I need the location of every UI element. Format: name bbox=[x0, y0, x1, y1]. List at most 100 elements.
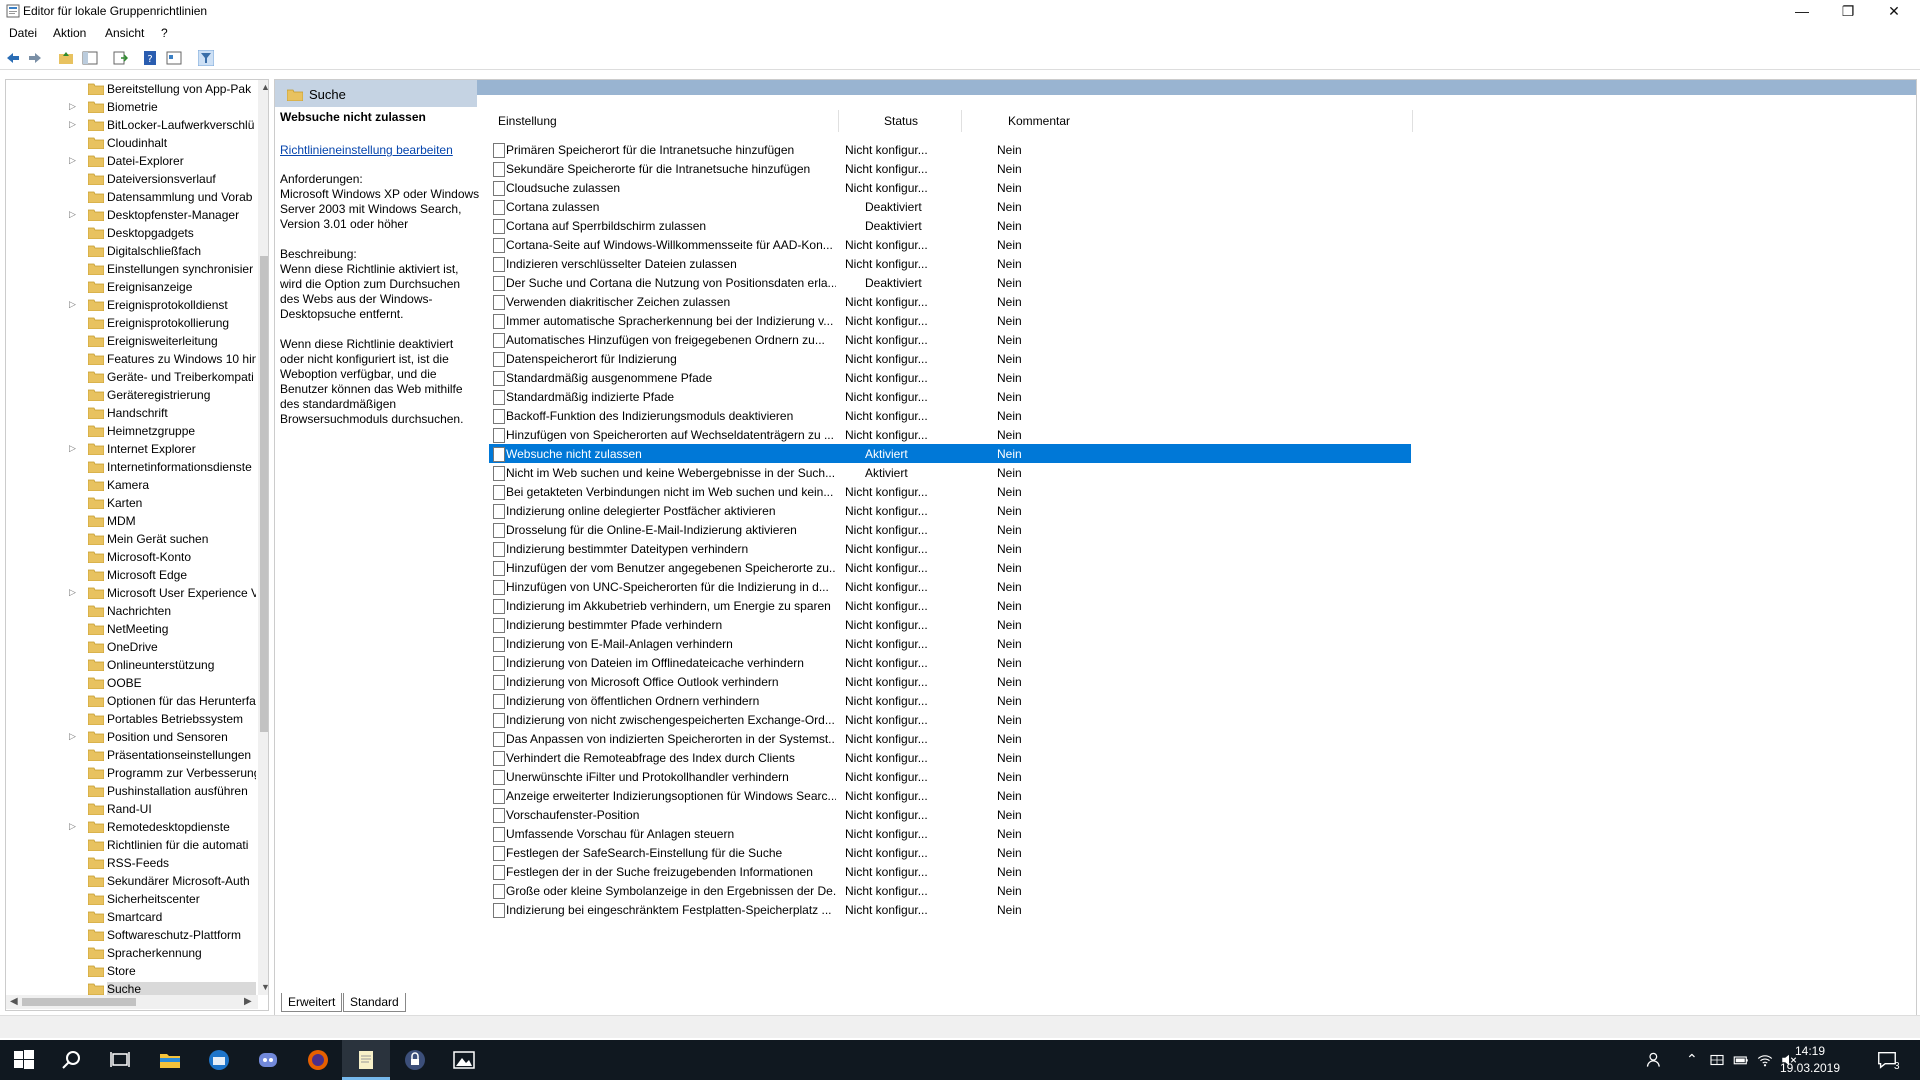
tree-item[interactable]: Präsentationseinstellungen bbox=[6, 746, 256, 764]
policy-row[interactable]: Unerwünschte iFilter und Protokollhandle… bbox=[489, 767, 1411, 786]
tree-item[interactable]: Ereignisanzeige bbox=[6, 278, 256, 296]
expand-chevron-icon[interactable]: ▷ bbox=[69, 101, 76, 112]
policy-row[interactable]: Cortana-Seite auf Windows-Willkommenssei… bbox=[489, 235, 1411, 254]
tree-item[interactable]: ▷ Microsoft User Experience V bbox=[6, 584, 256, 602]
tree-item[interactable]: Dateiversionsverlauf bbox=[6, 170, 256, 188]
task-view-icon[interactable] bbox=[108, 1048, 132, 1072]
tree-item[interactable]: Digitalschließfach bbox=[6, 242, 256, 260]
help-icon[interactable]: ? bbox=[142, 50, 158, 66]
column-header-status[interactable]: Status bbox=[884, 114, 918, 128]
tree-item[interactable]: Pushinstallation ausführen bbox=[6, 782, 256, 800]
policy-row[interactable]: Bei getakteten Verbindungen nicht im Web… bbox=[489, 482, 1411, 501]
tree-item[interactable]: Datensammlung und Vorab bbox=[6, 188, 256, 206]
tree-item[interactable]: ▷ Desktopfenster-Manager bbox=[6, 206, 256, 224]
expand-chevron-icon[interactable]: ▷ bbox=[69, 443, 76, 454]
policy-row[interactable]: Indizierung bei eingeschränktem Festplat… bbox=[489, 900, 1411, 919]
policy-row[interactable]: Immer automatische Spracherkennung bei d… bbox=[489, 311, 1411, 330]
tree-item[interactable]: Rand-UI bbox=[6, 800, 256, 818]
chevron-up-icon[interactable]: ⌃ bbox=[1686, 1051, 1698, 1068]
expand-chevron-icon[interactable]: ▷ bbox=[69, 119, 76, 130]
policy-row[interactable]: Indizierung bestimmter Dateitypen verhin… bbox=[489, 539, 1411, 558]
tab-standard[interactable]: Standard bbox=[343, 993, 406, 1012]
tree-horizontal-scroll-thumb[interactable] bbox=[22, 998, 136, 1006]
tree-item[interactable]: OOBE bbox=[6, 674, 256, 692]
column-separator[interactable] bbox=[838, 110, 839, 132]
file-explorer-icon[interactable] bbox=[158, 1048, 182, 1072]
policy-row[interactable]: Cloudsuche zulassen Nicht konfigur... Nein bbox=[489, 178, 1411, 197]
tree-item[interactable]: ▷ Remotedesktopdienste bbox=[6, 818, 256, 836]
policy-row[interactable]: Indizierung im Akkubetrieb verhindern, u… bbox=[489, 596, 1411, 615]
policy-row[interactable]: Verhindert die Remoteabfrage des Index d… bbox=[489, 748, 1411, 767]
policy-row[interactable]: Indizierung von Microsoft Office Outlook… bbox=[489, 672, 1411, 691]
photos-icon[interactable] bbox=[452, 1048, 476, 1072]
tree-item[interactable]: ▷ Biometrie bbox=[6, 98, 256, 116]
menu-aktion[interactable]: Aktion bbox=[53, 26, 86, 40]
tree-item[interactable]: Cloudinhalt bbox=[6, 134, 256, 152]
show-hide-tree-icon[interactable] bbox=[82, 50, 98, 66]
policy-row[interactable]: Nicht im Web suchen und keine Webergebni… bbox=[489, 463, 1411, 482]
menu-datei[interactable]: Datei bbox=[9, 26, 37, 40]
policy-row[interactable]: Cortana auf Sperrbildschirm zulassen Deak… bbox=[489, 216, 1411, 235]
tree-item[interactable]: ▷ Ereignisprotokolldienst bbox=[6, 296, 256, 314]
expand-chevron-icon[interactable]: ▷ bbox=[69, 731, 76, 742]
policy-row[interactable]: Indizierung von E-Mail-Anlagen verhinder… bbox=[489, 634, 1411, 653]
windows-start-icon[interactable] bbox=[12, 1048, 36, 1072]
tree-item[interactable]: Karten bbox=[6, 494, 256, 512]
policy-row[interactable]: Indizierung von nicht zwischengespeicher… bbox=[489, 710, 1411, 729]
tree-item[interactable]: ▷ Position und Sensoren bbox=[6, 728, 256, 746]
tree-item[interactable]: Smartcard bbox=[6, 908, 256, 926]
firefox-icon[interactable] bbox=[306, 1048, 330, 1072]
tree-item[interactable]: Desktopgadgets bbox=[6, 224, 256, 242]
tree-item[interactable]: OneDrive bbox=[6, 638, 256, 656]
tree-item[interactable]: Kamera bbox=[6, 476, 256, 494]
search-icon[interactable] bbox=[60, 1048, 84, 1072]
thunderbird-icon[interactable] bbox=[207, 1048, 231, 1072]
policy-row[interactable]: Verwenden diakritischer Zeichen zulassen… bbox=[489, 292, 1411, 311]
tree-item[interactable]: Microsoft-Konto bbox=[6, 548, 256, 566]
policy-row[interactable]: Hinzufügen von Speicherorten auf Wechsel… bbox=[489, 425, 1411, 444]
tree-item[interactable]: Sekundärer Microsoft-Auth bbox=[6, 872, 256, 890]
column-separator[interactable] bbox=[961, 110, 962, 132]
column-separator[interactable] bbox=[1412, 110, 1413, 132]
policy-row[interactable]: Sekundäre Speicherorte für die Intranets… bbox=[489, 159, 1411, 178]
policy-row[interactable]: Hinzufügen von UNC-Speicherorten für die… bbox=[489, 577, 1411, 596]
scroll-right-arrow-icon[interactable]: ▶ bbox=[244, 996, 252, 1007]
policy-row[interactable]: Umfassende Vorschau für Anlagen steuern N… bbox=[489, 824, 1411, 843]
policy-row[interactable]: Festlegen der SafeSearch-Einstellung für… bbox=[489, 843, 1411, 862]
tree-item[interactable]: Programm zur Verbesserung bbox=[6, 764, 256, 782]
expand-chevron-icon[interactable]: ▷ bbox=[69, 155, 76, 166]
policy-row[interactable]: Primären Speicherort für die Intranetsuc… bbox=[489, 140, 1411, 159]
policy-row[interactable]: Indizieren verschlüsselter Dateien zulas… bbox=[489, 254, 1411, 273]
tree-item[interactable]: Microsoft Edge bbox=[6, 566, 256, 584]
policy-row[interactable]: Datenspeicherort für Indizierung Nicht ko… bbox=[489, 349, 1411, 368]
discord-icon[interactable] bbox=[256, 1048, 280, 1072]
policy-row[interactable]: Anzeige erweiterter Indizierungsoptionen… bbox=[489, 786, 1411, 805]
vpn-lock-icon[interactable] bbox=[403, 1048, 427, 1072]
battery-icon[interactable] bbox=[1732, 1048, 1750, 1072]
tree-item[interactable]: Heimnetzgruppe bbox=[6, 422, 256, 440]
tree-item[interactable]: Nachrichten bbox=[6, 602, 256, 620]
policy-row[interactable]: Cortana zulassen Deaktiviert Nein bbox=[489, 197, 1411, 216]
notepad-icon[interactable] bbox=[354, 1048, 378, 1072]
policy-row[interactable]: Automatisches Hinzufügen von freigegeben… bbox=[489, 330, 1411, 349]
policy-row[interactable]: Drosselung für die Online-E-Mail-Indizie… bbox=[489, 520, 1411, 539]
policy-row[interactable]: Das Anpassen von indizierten Speicherort… bbox=[489, 729, 1411, 748]
minimize-button[interactable]: — bbox=[1780, 0, 1824, 22]
maximize-button[interactable]: ❐ bbox=[1826, 0, 1870, 22]
close-button[interactable]: ✕ bbox=[1872, 0, 1916, 22]
tree-item[interactable]: ▷ Datei-Explorer bbox=[6, 152, 256, 170]
tree-item[interactable]: Ereignisprotokollierung bbox=[6, 314, 256, 332]
tree-item[interactable]: Store bbox=[6, 962, 256, 980]
tree-item[interactable]: ▷ BitLocker-Laufwerkverschlü bbox=[6, 116, 256, 134]
export-list-icon[interactable] bbox=[112, 50, 128, 66]
tree-item[interactable]: Optionen für das Herunterfa bbox=[6, 692, 256, 710]
tree-item[interactable]: Ereignisweiterleitung bbox=[6, 332, 256, 350]
policy-row[interactable]: Standardmäßig indizierte Pfade Nicht konf… bbox=[489, 387, 1411, 406]
back-arrow-icon[interactable] bbox=[5, 50, 21, 66]
scroll-down-arrow-icon[interactable]: ▼ bbox=[261, 982, 268, 992]
tree-item[interactable]: Onlineunterstützung bbox=[6, 656, 256, 674]
policy-row[interactable]: Indizierung von öffentlichen Ordnern ver… bbox=[489, 691, 1411, 710]
up-folder-icon[interactable] bbox=[58, 50, 74, 66]
people-icon[interactable] bbox=[1645, 1048, 1665, 1072]
policy-row[interactable]: Vorschaufenster-Position Nicht konfigur..… bbox=[489, 805, 1411, 824]
